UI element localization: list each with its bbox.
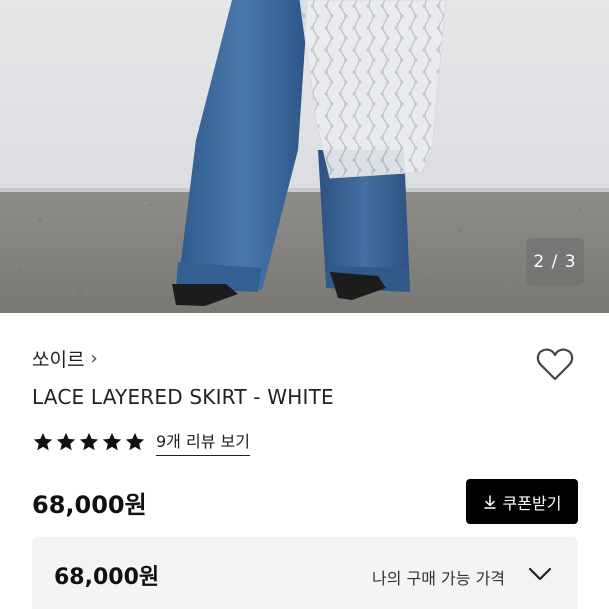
coupon-label: 쿠폰받기 [502, 493, 562, 513]
panel-price: 68,000원 [54, 565, 160, 590]
coupon-button[interactable]: 쿠폰받기 [466, 479, 578, 524]
product-image[interactable]: 2 / 3 [0, 0, 609, 313]
my-price-label[interactable]: 나의 구매 가능 가격 [372, 565, 505, 589]
star-icon [102, 432, 122, 451]
star-icon [33, 432, 53, 451]
star-icon [56, 432, 76, 451]
brand-name: 쏘이르 [32, 349, 85, 371]
rating-row: 9개 리뷰 보기 [32, 428, 250, 456]
chevron-right-icon: › [90, 348, 98, 369]
download-icon [483, 494, 496, 509]
brand-link[interactable]: 쏘이르 › [32, 345, 98, 372]
review-link[interactable]: 9개 리뷰 보기 [156, 428, 250, 456]
product-photo [0, 0, 609, 313]
star-rating [32, 431, 146, 453]
image-pager: 2 / 3 [526, 238, 584, 286]
product-price: 68,000원 [32, 491, 147, 519]
star-icon [125, 432, 145, 451]
product-title: LACE LAYERED SKIRT - WHITE [32, 385, 334, 409]
chevron-down-icon[interactable] [527, 566, 553, 582]
heart-icon[interactable] [536, 346, 574, 382]
star-icon [79, 432, 99, 451]
my-price-panel[interactable]: 68,000원 나의 구매 가능 가격 [32, 537, 578, 609]
